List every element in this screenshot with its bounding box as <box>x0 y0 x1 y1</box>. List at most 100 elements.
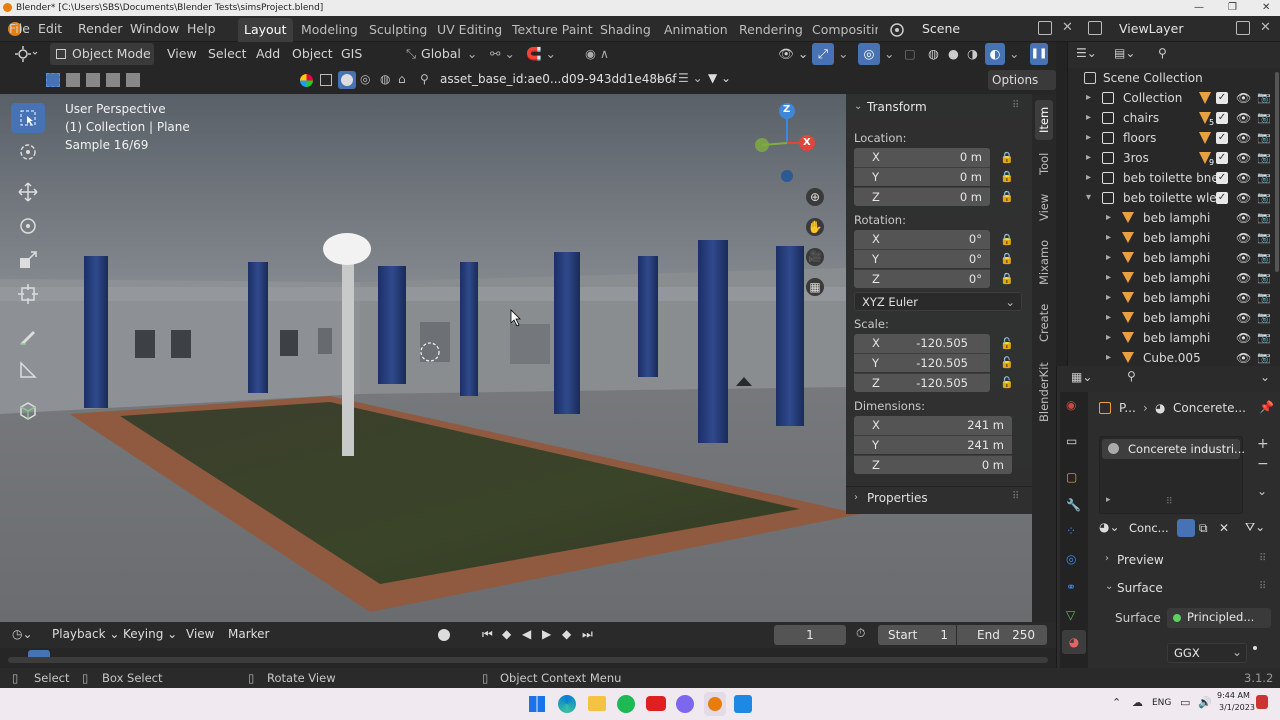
search-icon[interactable]: ⚲ <box>1158 46 1167 60</box>
pause-render-icon[interactable]: ❚❚ <box>1030 43 1048 65</box>
delete-scene-icon[interactable]: ✕ <box>1062 20 1073 35</box>
scene-props-icon[interactable]: ◉ <box>1066 398 1076 412</box>
lock-icon[interactable]: 🔒 <box>1000 190 1014 203</box>
lock-icon[interactable]: 🔒 <box>1000 252 1014 265</box>
asset-materials-icon[interactable] <box>338 71 356 89</box>
tab-create[interactable]: Create <box>1035 298 1053 348</box>
unlock-icon[interactable]: 🔓 <box>1000 356 1014 369</box>
gizmo-dropdown-icon[interactable]: ⌄ <box>838 43 848 65</box>
outliner-row[interactable]: ▸ beb lamphi li 👁 📷 <box>1068 328 1280 348</box>
gizmo-toggle-icon[interactable]: ⤢ <box>812 43 834 65</box>
chevron-right-icon[interactable]: ▸ <box>1086 88 1091 108</box>
edge-browser-icon[interactable] <box>558 695 576 713</box>
exclude-checkbox[interactable]: ✓ <box>1216 152 1228 164</box>
modifier-props-icon[interactable]: 🔧 <box>1066 498 1081 512</box>
scale-x-field[interactable]: X -120.505 <box>854 334 990 353</box>
tab-blenderkit[interactable]: BlenderKit <box>1035 356 1053 428</box>
outliner-row[interactable]: ▸ floors ✓ 👁 📷 <box>1068 128 1280 148</box>
location-x-field[interactable]: X0 m <box>854 148 990 167</box>
outliner-row[interactable]: ▸ beb lamphi li 👁 📷 <box>1068 208 1280 228</box>
end-frame-field[interactable]: End 250 <box>957 625 1047 645</box>
options-button[interactable]: Options ⌄ <box>988 70 1056 107</box>
chevron-right-icon[interactable]: ▸ <box>1106 248 1111 268</box>
messenger-icon[interactable] <box>676 695 694 713</box>
volume-icon[interactable]: 🔊 <box>1198 696 1212 709</box>
camera-icon[interactable]: 📷 <box>1257 88 1271 108</box>
camera-icon[interactable]: 📷 <box>1257 188 1271 208</box>
panel-drag-icon[interactable]: ⠿ <box>1259 581 1266 592</box>
material-name-field[interactable]: Conc... <box>1129 521 1169 535</box>
exclude-checkbox[interactable]: ✓ <box>1216 192 1228 204</box>
tab-sculpting[interactable]: Sculpting <box>363 18 433 42</box>
material-slot[interactable]: Concerete industri... <box>1102 439 1245 459</box>
measure-tool-icon[interactable] <box>11 355 45 385</box>
location-z-field[interactable]: Z0 m <box>854 187 990 206</box>
tab-modeling[interactable]: Modeling <box>295 18 364 42</box>
editor-type-icon[interactable] <box>12 43 38 65</box>
chevron-right-icon[interactable]: ▸ <box>1106 268 1111 288</box>
unlock-icon[interactable]: 🔓 <box>1000 337 1014 350</box>
next-keyframe-icon[interactable]: ◆ <box>562 627 571 641</box>
duplicate-material-icon[interactable]: ⧉ <box>1199 521 1208 536</box>
network-icon[interactable]: ▭ <box>1180 696 1190 709</box>
material-shading-icon[interactable]: ◑ <box>967 43 978 65</box>
tab-compositing[interactable]: Compositing <box>806 18 878 42</box>
remove-slot-icon[interactable]: − <box>1257 456 1269 472</box>
blender-taskbar-button[interactable] <box>704 692 726 716</box>
outliner-row[interactable]: ▸ beb lamphi li 👁 📷 <box>1068 288 1280 308</box>
surface-shader-field[interactable]: Principled... <box>1167 608 1271 628</box>
gis-menu[interactable]: GIS <box>341 43 362 65</box>
eye-icon[interactable]: 👁 <box>1236 188 1251 208</box>
chevron-right-icon[interactable]: ▸ <box>1086 148 1091 168</box>
asset-brushes-icon[interactable]: ⌂ <box>398 72 406 86</box>
sort-icon[interactable]: ☰ ⌄ <box>678 71 703 85</box>
windows-start-icon[interactable] <box>529 696 545 712</box>
properties-panel-header[interactable]: › Properties ⠿ <box>846 486 1032 510</box>
outliner-row[interactable]: ▾ beb toilette wled ✓ 👁 📷 <box>1068 188 1280 208</box>
xray-icon[interactable]: ▢ <box>904 43 916 65</box>
keying-menu[interactable]: Keying ⌄ <box>123 627 177 641</box>
world-props-icon[interactable]: ▭ <box>1066 434 1077 448</box>
tab-shading[interactable]: Shading <box>594 18 657 42</box>
outliner-row[interactable]: ▸ beb toilette bnet ✓ 👁 📷 <box>1068 168 1280 188</box>
eye-icon[interactable]: 👁 <box>1236 208 1251 228</box>
asset-search-input[interactable]: asset_base_id:ae0...d09-943dd1e48b6f <box>440 72 676 86</box>
play-icon[interactable]: ▶ <box>542 627 551 641</box>
slot-specials-icon[interactable]: ⌄ <box>1257 484 1267 498</box>
exclude-checkbox[interactable]: ✓ <box>1216 172 1228 184</box>
chevron-right-icon[interactable]: ▸ <box>1086 108 1091 128</box>
eye-icon[interactable]: 👁 <box>1236 288 1251 308</box>
tab-rendering[interactable]: Rendering <box>733 18 809 42</box>
properties-editor-icon[interactable]: ▦⌄ <box>1071 370 1092 384</box>
camera-icon[interactable]: 📷 <box>1257 128 1271 148</box>
tab-tool[interactable]: Tool <box>1035 146 1053 182</box>
outliner-row[interactable]: ▸ beb lamphi li 👁 📷 <box>1068 228 1280 248</box>
outliner-row[interactable]: ▸ beb lamphi li 👁 📷 <box>1068 308 1280 328</box>
outliner-row[interactable]: ▸ Cube.005 👁 📷 <box>1068 348 1280 368</box>
outliner-row[interactable]: ▸ beb lamphi li 👁 📷 <box>1068 248 1280 268</box>
material-props-icon[interactable]: ◕ <box>1062 630 1086 654</box>
select-menu[interactable]: Select <box>208 43 247 65</box>
tab-layout[interactable]: Layout <box>238 18 293 42</box>
playback-menu[interactable]: Playback ⌄ <box>52 627 119 641</box>
move-tool-icon[interactable] <box>11 177 45 207</box>
timeline-ruler[interactable] <box>0 648 1056 668</box>
eye-icon[interactable]: 👁 <box>1236 348 1251 368</box>
physics-props-icon[interactable]: ◎ <box>1066 552 1076 566</box>
menu-edit[interactable]: Edit <box>38 16 62 42</box>
annotate-tool-icon[interactable] <box>11 321 45 351</box>
rotation-x-field[interactable]: X 0° <box>854 230 990 249</box>
transform-tool-icon[interactable] <box>11 279 45 309</box>
clock-date[interactable]: 3/1/2023 <box>1219 703 1255 712</box>
exclude-checkbox[interactable]: ✓ <box>1216 112 1228 124</box>
mode-selector[interactable]: Object Mode <box>50 43 154 65</box>
chevron-up-icon[interactable]: ⌃ <box>1112 696 1121 709</box>
tab-uv-editing[interactable]: UV Editing <box>431 18 508 42</box>
add-slot-icon[interactable]: + <box>1257 436 1269 452</box>
marker-menu[interactable]: Marker <box>228 627 269 641</box>
filter-icon[interactable]: ▼ ⌄ <box>708 71 731 85</box>
stopwatch-icon[interactable]: ⏱ <box>856 626 865 641</box>
material-slot-list[interactable]: Concerete industri... ▸ ⠿ <box>1099 436 1245 514</box>
view-layer-name[interactable]: ViewLayer <box>1119 16 1184 42</box>
overlays-dropdown-icon[interactable]: ⌄ <box>884 43 894 65</box>
